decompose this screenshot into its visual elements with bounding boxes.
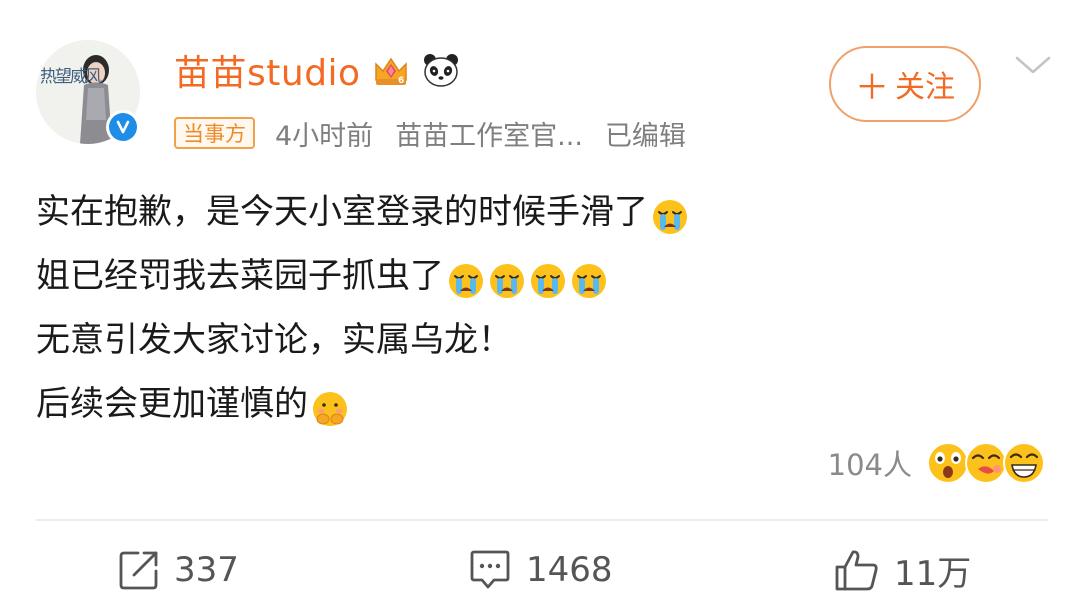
repost-button[interactable]: 337 bbox=[118, 540, 239, 600]
like-button[interactable]: 11万 bbox=[834, 540, 971, 600]
party-tag: 当事方 bbox=[174, 117, 255, 149]
panda-icon[interactable] bbox=[421, 50, 461, 90]
crying-emoji-icon bbox=[447, 257, 485, 298]
post-line: 实在抱歉，是今天小室登录的时候手滑了 bbox=[36, 180, 1046, 244]
reaction-count: 104人 bbox=[827, 448, 912, 482]
action-bar: 337 1468 11万 bbox=[0, 540, 1080, 600]
comment-icon bbox=[470, 550, 510, 589]
crying-emoji-icon bbox=[570, 257, 608, 298]
comment-count: 1468 bbox=[526, 550, 613, 590]
reactions-row[interactable]: 104人 bbox=[828, 438, 1046, 488]
follow-button[interactable]: ＋ 关注 bbox=[829, 46, 981, 122]
crown-icon[interactable]: 6 bbox=[371, 50, 411, 90]
thumbs-up-icon bbox=[835, 550, 878, 591]
grin-emoji-icon bbox=[1002, 441, 1046, 485]
username-row: 苗苗studio 6 bbox=[174, 46, 461, 94]
repost-count: 337 bbox=[174, 550, 239, 590]
post-time: 4小时前 bbox=[275, 120, 374, 152]
post-line: 无意引发大家讨论，实属乌龙！ bbox=[36, 308, 1046, 372]
post-line-text: 无意引发大家讨论，实属乌龙！ bbox=[36, 320, 512, 360]
post-line: 姐已经罚我去菜园子抓虫了 bbox=[36, 244, 1046, 308]
follow-label: 关注 bbox=[895, 70, 955, 105]
repost-icon bbox=[119, 551, 158, 590]
crying-emoji-icon bbox=[651, 193, 689, 234]
post-line-text: 后续会更加谨慎的 bbox=[36, 384, 308, 424]
username[interactable]: 苗苗studio bbox=[174, 44, 361, 96]
avatar-calligraphy: 热望威风 bbox=[40, 67, 102, 87]
post-source[interactable]: 苗苗工作室官... bbox=[395, 114, 583, 153]
edited-label[interactable]: 已编辑 bbox=[605, 114, 686, 153]
post-body: 实在抱歉，是今天小室登录的时候手滑了 姐已经罚我去菜园子抓虫了 无意引发大家讨论… bbox=[36, 180, 1046, 436]
meta-row: 当事方 4小时前 苗苗工作室官... 已编辑 bbox=[174, 113, 708, 153]
like-count: 11万 bbox=[894, 553, 972, 594]
svg-text:6: 6 bbox=[398, 76, 404, 86]
shy-emoji-icon bbox=[311, 385, 349, 426]
verified-icon bbox=[106, 110, 140, 144]
crying-emoji-icon bbox=[529, 257, 567, 298]
reaction-emojis bbox=[926, 441, 1046, 485]
post-line-text: 实在抱歉，是今天小室登录的时候手滑了 bbox=[36, 192, 648, 232]
divider bbox=[36, 519, 1048, 521]
plus-icon: ＋ bbox=[855, 67, 889, 108]
crying-emoji-icon bbox=[488, 257, 526, 298]
post-line: 后续会更加谨慎的 bbox=[36, 372, 1046, 436]
comment-button[interactable]: 1468 bbox=[468, 540, 613, 600]
post-line-text: 姐已经罚我去菜园子抓虫了 bbox=[36, 256, 444, 296]
chevron-down-icon[interactable] bbox=[1013, 50, 1053, 80]
